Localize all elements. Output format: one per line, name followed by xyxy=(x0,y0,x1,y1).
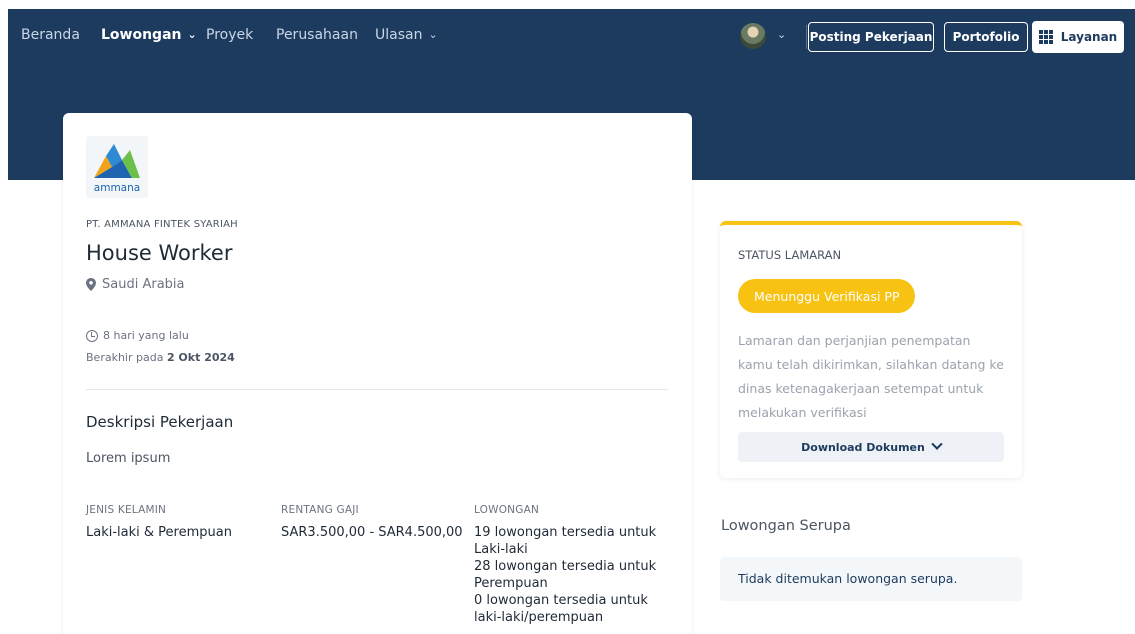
job-detail-card: ammana PT. AMMANA FINTEK SYARIAH House W… xyxy=(63,113,692,634)
status-message: Lamaran dan perjanjian penempatan kamu t… xyxy=(738,333,1004,420)
company-name[interactable]: PT. AMMANA FINTEK SYARIAH xyxy=(86,219,238,230)
salary-column: RENTANG GAJI SAR3.500,00 - SAR4.500,00 xyxy=(281,504,463,540)
post-job-button[interactable]: Posting Pekerjaan xyxy=(808,22,934,52)
description-text: Lorem ipsum xyxy=(86,451,171,466)
list-item: 0 lowongan tersedia untuk laki-laki/pere… xyxy=(474,593,648,625)
portfolio-button[interactable]: Portofolio xyxy=(944,22,1028,52)
openings-column: LOWONGAN 19 lowongan tersedia untuk Laki… xyxy=(474,504,674,626)
divider xyxy=(806,25,807,49)
job-title: House Worker xyxy=(86,241,233,265)
avatar[interactable] xyxy=(740,23,766,49)
company-logo: ammana xyxy=(86,136,148,198)
nav-ulasan[interactable]: Ulasan ⌄ xyxy=(375,27,438,43)
apps-grid-icon xyxy=(1038,30,1053,44)
nav-lowongan[interactable]: Lowongan ⌄ xyxy=(101,27,197,43)
top-navbar: Beranda Lowongan ⌄ Proyek Perusahaan Ulas… xyxy=(8,9,1135,63)
status-badge: Menunggu Verifikasi PP xyxy=(738,279,916,313)
chevron-down-icon: ⌄ xyxy=(428,28,438,41)
list-item: 28 lowongan tersedia untuk Perempuan xyxy=(474,559,657,591)
similar-jobs-heading: Lowongan Serupa xyxy=(721,518,851,534)
map-pin-icon xyxy=(86,278,96,291)
divider xyxy=(86,389,668,390)
job-location: Saudi Arabia xyxy=(86,277,185,292)
nav-perusahaan[interactable]: Perusahaan xyxy=(276,27,358,43)
similar-jobs-empty: Tidak ditemukan lowongan serupa. xyxy=(720,557,1022,601)
svg-text:ammana: ammana xyxy=(94,182,140,194)
application-status-card: STATUS LAMARAN Menunggu Verifikasi PP La… xyxy=(720,221,1022,478)
chevron-down-icon xyxy=(931,438,943,450)
download-documents-button[interactable]: Download Dokumen xyxy=(738,432,1004,462)
chevron-down-icon[interactable]: ⌄ xyxy=(777,28,786,41)
posted-time: 8 hari yang lalu xyxy=(86,329,189,342)
nav-proyek[interactable]: Proyek xyxy=(206,27,253,43)
list-item: 19 lowongan tersedia untuk Laki-laki xyxy=(474,525,657,557)
chevron-down-icon: ⌄ xyxy=(187,28,197,41)
services-button[interactable]: Layanan xyxy=(1032,21,1124,53)
nav-beranda[interactable]: Beranda xyxy=(21,27,80,43)
left-margin xyxy=(0,0,8,634)
clock-icon xyxy=(86,329,98,342)
deadline: Berakhir pada 2 Okt 2024 xyxy=(86,351,235,364)
gender-column: JENIS KELAMIN Laki-laki & Perempuan xyxy=(86,504,232,540)
description-title: Deskripsi Pekerjaan xyxy=(86,413,234,431)
status-heading: STATUS LAMARAN xyxy=(738,248,842,262)
